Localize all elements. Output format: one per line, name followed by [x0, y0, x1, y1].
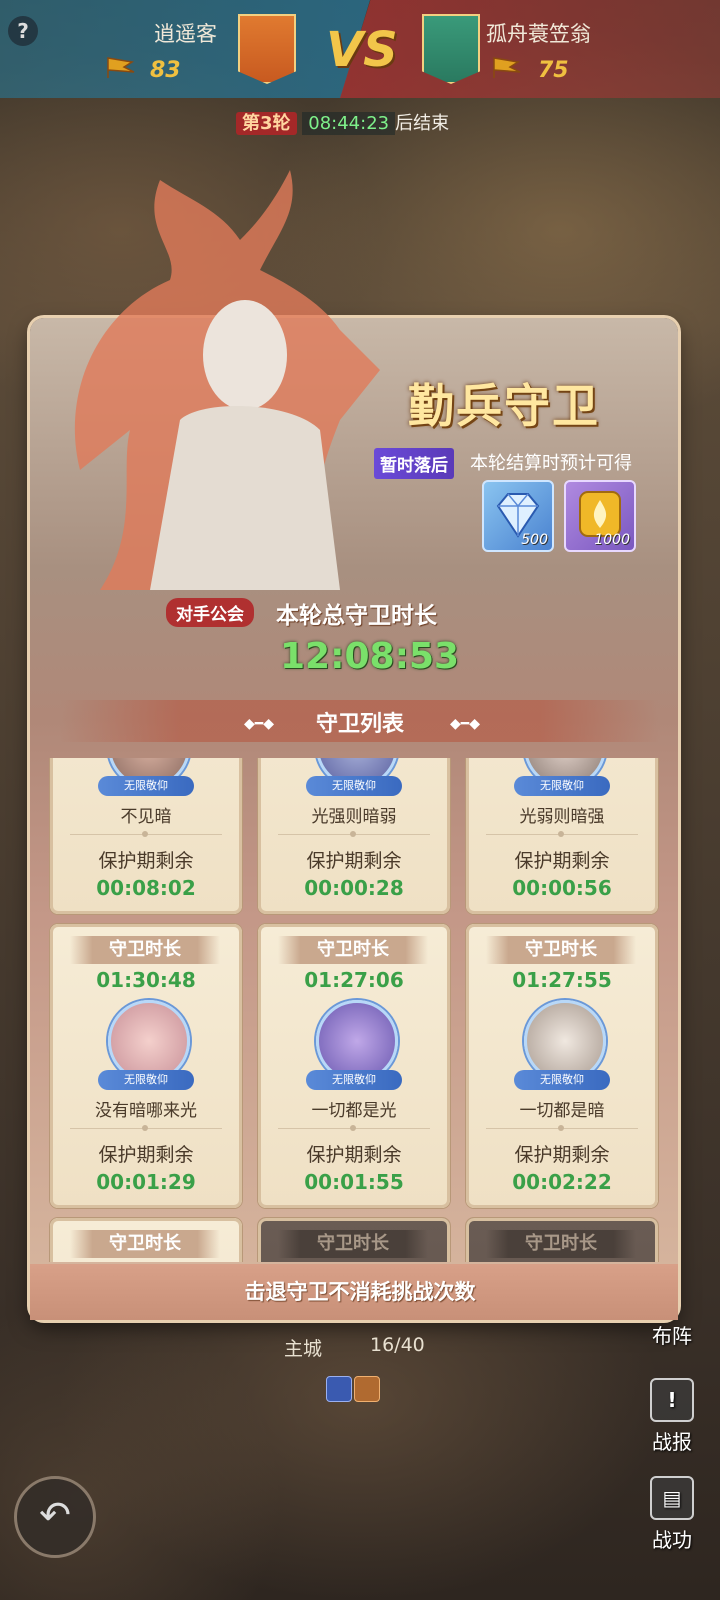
- event-title: 勤兵守卫: [408, 379, 600, 433]
- reward-gold-token[interactable]: 1000: [564, 480, 636, 552]
- expected-reward-text: 本轮结算时预计可得: [470, 453, 632, 474]
- guard-name: 一切都是光: [311, 1101, 397, 1121]
- guard-name: 光强则暗弱: [311, 807, 397, 827]
- formation-button[interactable]: 布阵: [644, 1320, 700, 1349]
- round-suffix: 后结束: [395, 113, 450, 134]
- protection-time: 00:00:28: [304, 876, 404, 900]
- guard-card[interactable]: 守卫时长 01:27:06 无限敬仰 一切都是光 保护期剩余 00:01:55: [258, 924, 450, 1208]
- right-guild-emblem: [422, 14, 480, 84]
- round-time: 08:44:23: [302, 112, 396, 135]
- right-guild-score: 75: [538, 58, 569, 83]
- protection-time: 00:02:22: [512, 1170, 612, 1194]
- opponent-guild-tag: 对手公会: [166, 598, 254, 627]
- scroll-icon: ▤: [650, 1476, 694, 1520]
- reward-qty: 1000: [594, 532, 630, 548]
- vs-label: VS: [326, 22, 398, 78]
- reward-qty: 500: [521, 532, 548, 548]
- divider-dot: [350, 1125, 356, 1131]
- guard-duration-label: 守卫时长: [70, 936, 220, 964]
- protection-time: 00:01:29: [96, 1170, 196, 1194]
- guard-card-locked[interactable]: 守卫时长: [258, 1218, 450, 1262]
- left-guild-name: 逍遥客: [154, 22, 217, 46]
- battle-report-button[interactable]: ! 战报: [644, 1378, 700, 1455]
- main-city-label: 主城: [284, 1338, 323, 1360]
- guard-name: 没有暗哪来光: [95, 1101, 197, 1121]
- versus-bar: ? 逍遥客 83 VS 孤舟蓑笠翁 75: [0, 0, 720, 100]
- guard-duration-label: 守卫时长: [278, 936, 428, 964]
- back-arrow-icon[interactable]: ↶: [14, 1476, 96, 1558]
- guard-name: 光弱则暗强: [519, 807, 605, 827]
- shield-icon: [326, 1376, 352, 1402]
- protection-label: 保护期剩余: [514, 850, 610, 872]
- title-badge: 无限敬仰: [306, 776, 402, 796]
- protection-time: 00:01:55: [304, 1170, 404, 1194]
- merit-button[interactable]: ▤ 战功: [644, 1476, 700, 1553]
- help-icon[interactable]: ?: [8, 16, 38, 46]
- ornament-icon: ◆━◆: [450, 716, 480, 732]
- guard-name: 不见暗: [120, 807, 172, 827]
- formation-label: 布阵: [652, 1324, 692, 1348]
- divider-dot: [142, 831, 148, 837]
- total-guard-duration: 12:08:53: [280, 636, 460, 677]
- protection-label: 保护期剩余: [306, 1144, 402, 1166]
- divider-dot: [142, 1125, 148, 1131]
- exclamation-icon: !: [650, 1378, 694, 1422]
- left-guild-emblem: [238, 14, 296, 84]
- guard-list[interactable]: 无限敬仰 不见暗 保护期剩余 00:08:02 无限敬仰 光强则暗弱 保护期剩余…: [44, 758, 666, 1262]
- guard-duration-label: 守卫时长: [486, 1230, 636, 1258]
- fire-icon: [354, 1376, 380, 1402]
- protection-time: 00:08:02: [96, 876, 196, 900]
- score-flag-icon: [493, 57, 521, 78]
- protection-time: 00:00:56: [512, 876, 612, 900]
- round-badge: 第3轮: [236, 112, 297, 135]
- guard-duration: 01:27:55: [512, 968, 612, 992]
- divider-dot: [558, 1125, 564, 1131]
- guard-card-locked[interactable]: 守卫时长: [466, 1218, 658, 1262]
- city-count: 16/40: [370, 1334, 425, 1356]
- guard-name: 一切都是暗: [519, 1101, 605, 1121]
- divider-dot: [350, 831, 356, 837]
- statue-illustration: [74, 170, 380, 590]
- round-timer: 第3轮 08:44:23 后结束: [236, 110, 449, 138]
- protection-label: 保护期剩余: [306, 850, 402, 872]
- left-guild-banner: [0, 0, 370, 98]
- guard-card[interactable]: 守卫时长: [50, 1218, 242, 1262]
- right-guild-name: 孤舟蓑笠翁: [486, 22, 591, 46]
- guard-card[interactable]: 无限敬仰 不见暗 保护期剩余 00:08:02: [50, 758, 242, 914]
- guard-duration-label: 守卫时长: [278, 1230, 428, 1258]
- guard-list-title: 守卫列表: [315, 712, 404, 737]
- battle-report-label: 战报: [652, 1430, 692, 1454]
- title-badge: 无限敬仰: [306, 1070, 402, 1090]
- footer-note: 击退守卫不消耗挑战次数: [244, 1280, 476, 1304]
- protection-label: 保护期剩余: [514, 1144, 610, 1166]
- reward-diamond[interactable]: 500: [482, 480, 554, 552]
- merit-label: 战功: [652, 1528, 692, 1552]
- guard-duration-label: 守卫时长: [486, 936, 636, 964]
- title-badge: 无限敬仰: [98, 776, 194, 796]
- title-badge: 无限敬仰: [514, 1070, 610, 1090]
- protection-label: 保护期剩余: [98, 1144, 194, 1166]
- guard-duration: 01:27:06: [304, 968, 404, 992]
- divider-dot: [558, 831, 564, 837]
- guard-card[interactable]: 守卫时长 01:27:55 无限敬仰 一切都是暗 保护期剩余 00:02:22: [466, 924, 658, 1208]
- total-guard-duration-label: 本轮总守卫时长: [276, 603, 437, 629]
- status-tag: 暂时落后: [374, 448, 454, 479]
- protection-label: 保护期剩余: [98, 850, 194, 872]
- left-guild-score: 83: [150, 58, 181, 83]
- guard-card[interactable]: 守卫时长 01:30:48 无限敬仰 没有暗哪来光 保护期剩余 00:01:29: [50, 924, 242, 1208]
- guard-card[interactable]: 无限敬仰 光弱则暗强 保护期剩余 00:00:56: [466, 758, 658, 914]
- score-flag-icon: [107, 57, 135, 78]
- guard-duration-label: 守卫时长: [70, 1230, 220, 1258]
- guard-card[interactable]: 无限敬仰 光强则暗弱 保护期剩余 00:00:28: [258, 758, 450, 914]
- guard-duration: 01:30:48: [96, 968, 196, 992]
- title-badge: 无限敬仰: [98, 1070, 194, 1090]
- title-badge: 无限敬仰: [514, 776, 610, 796]
